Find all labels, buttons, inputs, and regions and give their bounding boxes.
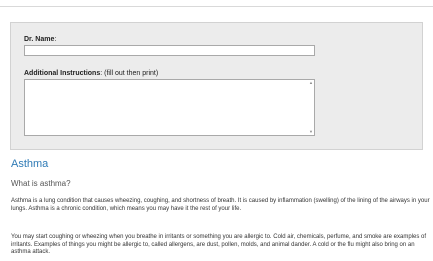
article-paragraph-2: You may start coughing or wheezing when … <box>11 234 426 256</box>
dr-name-label: Dr. Name: <box>24 36 57 43</box>
dr-name-field[interactable] <box>24 45 315 56</box>
top-divider <box>0 0 433 7</box>
instructions-label: Additional Instructions: (fill out then … <box>24 70 159 77</box>
article-paragraph-1: Asthma is a lung condition that causes w… <box>11 198 430 212</box>
article-title: Asthma <box>11 158 49 170</box>
article-question: What is asthma? <box>11 179 71 188</box>
print-form-panel: Dr. Name: Additional Instructions: (fill… <box>10 22 423 150</box>
scroll-up-icon[interactable]: ▲ <box>309 81 313 85</box>
scroll-down-icon[interactable]: ▼ <box>309 130 313 134</box>
page: Dr. Name: Additional Instructions: (fill… <box>0 0 433 261</box>
instructions-hint: : (fill out then print) <box>100 70 159 77</box>
instructions-textarea[interactable] <box>24 79 315 136</box>
